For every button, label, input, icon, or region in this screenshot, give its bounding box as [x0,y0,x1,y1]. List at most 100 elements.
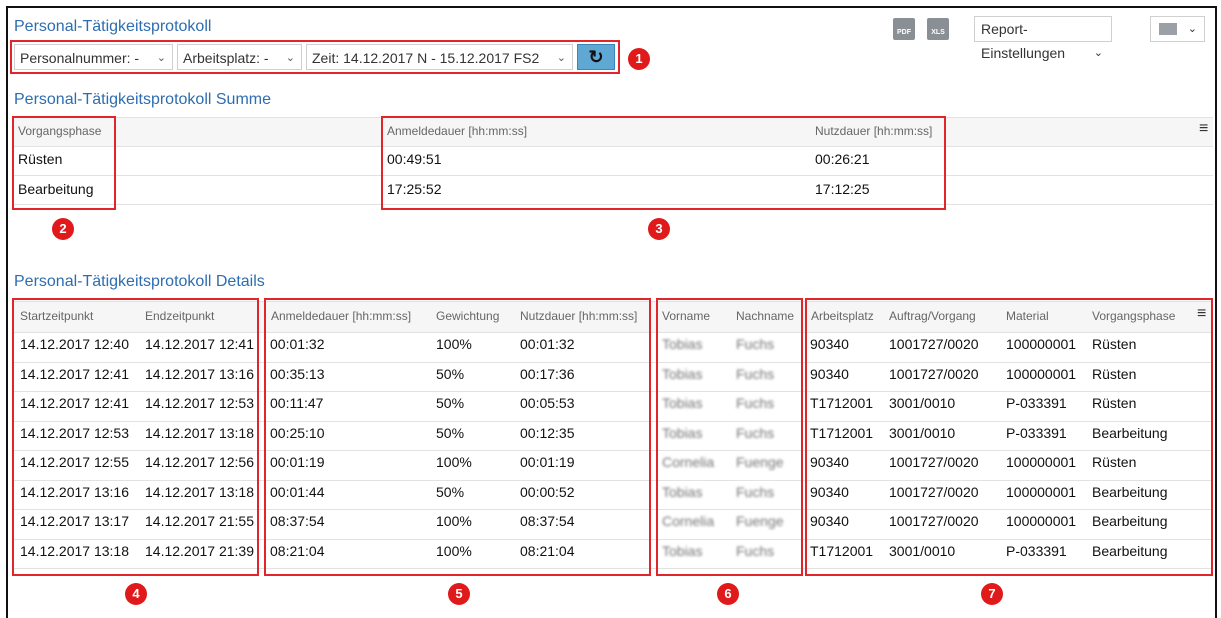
page-title: Personal-Tätigkeitsprotokoll [14,18,212,35]
details-cell: 14.12.2017 12:40 [20,336,129,352]
summary-cell: 17:12:25 [815,181,870,197]
details-cell: 14.12.2017 12:41 [20,395,129,411]
details-cell: Bearbeitung [1092,424,1168,441]
arbeitsplatz-label: Arbeitsplatz: - [183,50,269,66]
pdf-export-icon[interactable]: PDF [893,18,915,40]
details-cell: 50% [436,483,465,500]
details-cell: 90340 [810,483,849,500]
row-divider [14,420,1213,422]
chevron-down-icon: ⌄ [556,52,566,64]
details-cell: 50% [436,424,465,441]
zeit-filter[interactable]: Zeit: 14.12.2017 N - 15.12.2017 FS2 ⌄ [306,44,573,70]
badge-4: 4 [125,583,147,605]
details-cell: 08:21:04 [270,542,325,559]
details-cell: 00:17:36 [520,365,575,382]
details-cell: Rüsten [1092,365,1137,382]
details-cell: 00:01:19 [270,454,325,470]
details-cell: 14.12.2017 12:55 [20,454,129,470]
details-cell: 90340 [810,513,849,529]
badge-6: 6 [717,583,739,605]
summary-header-row [14,117,1213,147]
badge-7: 7 [981,583,1003,605]
details-cell: Tobias [662,365,703,382]
details-cell: 00:01:32 [270,336,325,352]
row-divider [14,204,1213,205]
details-cell: 00:12:35 [520,424,575,441]
details-cell: Tobias [662,542,703,559]
details-cell: Cornelia [662,454,715,470]
badge-5: 5 [448,583,470,605]
details-cell: Fuenge [736,513,784,529]
chevron-down-icon: ⌄ [285,52,295,64]
summary-title: Personal-Tätigkeitsprotokoll Summe [14,91,271,108]
summary-column-menu-icon[interactable]: ≡ [1199,120,1208,138]
details-cell: 00:11:47 [270,395,324,411]
details-cell: Fuchs [736,424,775,441]
layout-grid-icon [1159,23,1177,35]
row-divider [14,450,1213,451]
summary-col-anmeldedauer: Anmeldedauer [hh:mm:ss] [387,124,528,138]
col-auftrag-vorgang: Auftrag/Vorgang [889,309,976,323]
details-cell: 1001727/0020 [889,336,979,352]
col-arbeitsplatz: Arbeitsplatz [811,309,874,323]
layout-menu-button[interactable]: ⌄ [1150,16,1205,42]
details-cell: Rüsten [1092,395,1137,411]
badge-3: 3 [648,218,670,240]
summary-cell: 17:25:52 [387,181,442,197]
xls-export-icon[interactable]: XLS [927,18,949,40]
details-cell: 00:00:52 [520,483,575,500]
refresh-button[interactable]: ↻ [577,44,615,70]
personalnummer-filter[interactable]: Personalnummer: - ⌄ [14,44,173,70]
details-cell: P-033391 [1006,542,1067,559]
details-cell: Tobias [662,336,703,352]
details-cell: 14.12.2017 13:16 [145,365,254,382]
details-cell: 08:21:04 [520,542,575,559]
details-cell: 1001727/0020 [889,454,979,470]
details-cell: P-033391 [1006,395,1067,411]
details-cell: Fuchs [736,365,775,382]
details-cell: 08:37:54 [520,513,575,529]
col-nachname: Nachname [736,309,795,323]
row-divider [14,391,1213,392]
details-cell: 100000001 [1006,336,1077,352]
details-cell: Fuenge [736,454,784,470]
details-cell: 90340 [810,365,849,382]
details-cell: T1712001 [810,424,874,441]
details-cell: 14.12.2017 12:53 [20,424,129,441]
details-cell: 90340 [810,454,849,470]
details-cell: Fuchs [736,336,775,352]
details-cell: Bearbeitung [1092,542,1168,559]
summary-cell: Rüsten [18,151,63,167]
details-cell: 00:01:32 [520,336,575,352]
details-cell: 14.12.2017 21:39 [145,542,254,559]
details-cell: 3001/0010 [889,542,956,559]
details-cell: 14.12.2017 13:17 [20,513,129,529]
report-settings-dropdown[interactable]: Report-Einstellungen ⌄ [974,16,1112,61]
details-cell: T1712001 [810,395,874,411]
badge-2: 2 [52,218,74,240]
details-column-menu-icon[interactable]: ≡ [1197,305,1206,323]
details-cell: Tobias [662,424,703,441]
details-cell: T1712001 [810,542,874,559]
details-cell: 100000001 [1006,365,1077,382]
row-divider [14,538,1213,540]
details-cell: 100000001 [1006,513,1077,529]
details-cell: Fuchs [736,395,775,411]
details-cell: 1001727/0020 [889,483,979,500]
arbeitsplatz-filter[interactable]: Arbeitsplatz: - ⌄ [177,44,302,70]
details-cell: 1001727/0020 [889,365,979,382]
details-cell: 100000001 [1006,454,1077,470]
details-cell: 00:01:44 [270,483,325,500]
report-settings-label: Report-Einstellungen [981,21,1066,61]
col-material: Material [1006,309,1049,323]
details-cell: 00:05:53 [520,395,575,411]
details-cell: 00:01:19 [520,454,575,470]
details-cell: 100% [436,542,472,559]
details-cell: 3001/0010 [889,424,956,441]
details-cell: 90340 [810,336,849,352]
row-divider [14,509,1213,510]
details-title: Personal-Tätigkeitsprotokoll Details [14,273,265,290]
col-anmeldedauer: Anmeldedauer [hh:mm:ss] [271,309,412,323]
details-cell: 14.12.2017 13:18 [145,483,254,500]
details-cell: 14.12.2017 12:41 [145,336,254,352]
